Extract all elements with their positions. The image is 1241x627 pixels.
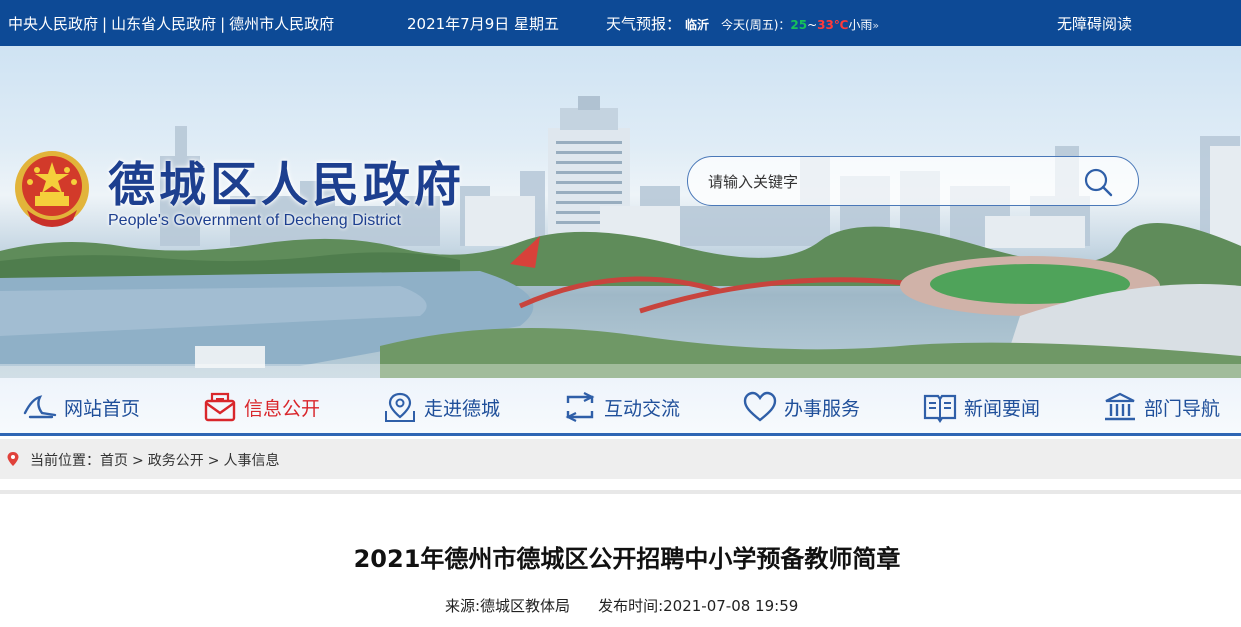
breadcrumb-separator: > — [132, 453, 144, 469]
nav-item-interaction[interactable]: 互动交流 — [562, 378, 680, 436]
nav-item-departments[interactable]: 部门导航 — [1102, 378, 1220, 436]
accessibility-link[interactable]: 无障碍阅读 — [1057, 13, 1132, 34]
article-source: 来源:德城区教体局 — [445, 597, 571, 615]
site-title: 德城区人民政府 — [108, 158, 465, 213]
location-pin-icon — [7, 452, 19, 466]
nav-label: 走进德城 — [424, 397, 501, 420]
link-separator: | — [220, 15, 226, 33]
breadcrumb-gov-affairs[interactable]: 政务公开 — [148, 453, 204, 469]
header-banner: 德城区人民政府 People's Government of Decheng D… — [0, 46, 1241, 378]
nav-label: 互动交流 — [604, 397, 681, 420]
breadcrumb-label: 当前位置： — [30, 453, 100, 469]
weather-high: 33℃ — [817, 18, 849, 32]
exchange-icon — [565, 392, 595, 422]
gov-links: 中央人民政府 | 山东省人民政府 | 德州市人民政府 — [8, 13, 334, 34]
search-input[interactable] — [708, 169, 1068, 195]
current-date: 2021年7月9日 星期五 — [407, 15, 560, 33]
weather-condition: 小雨 — [848, 18, 873, 32]
weather-low: 25 — [790, 18, 808, 32]
nav-item-home[interactable]: 网站首页 — [22, 378, 140, 436]
breadcrumb-path: 首页 > 政务公开 > 人事信息 — [100, 450, 279, 470]
link-dezhou-gov[interactable]: 德州市人民政府 — [229, 15, 334, 33]
article-publish-time: 发布时间:2021-07-08 19:59 — [598, 597, 799, 615]
site-subtitle: People's Government of Decheng District — [108, 212, 401, 229]
breadcrumb-home[interactable]: 首页 — [100, 453, 128, 469]
main-nav: 网站首页 信息公开 走进德城 互动交流 办事服务 新闻要闻 部门导航 — [0, 378, 1241, 436]
weather-city: 临沂 — [685, 18, 710, 32]
link-separator: | — [102, 15, 108, 33]
search-box — [687, 156, 1139, 206]
building-icon — [1105, 392, 1135, 421]
search-icon[interactable] — [1082, 167, 1114, 197]
nav-label: 办事服务 — [784, 397, 861, 420]
heart-icon — [743, 391, 777, 422]
home-icon — [23, 395, 57, 419]
weather-tilde: ~ — [807, 18, 818, 32]
nav-item-services[interactable]: 办事服务 — [742, 378, 860, 436]
national-emblem-logo — [15, 151, 89, 227]
section-divider — [0, 490, 1241, 494]
nav-item-info-disclosure[interactable]: 信息公开 — [202, 378, 320, 436]
article-title: 2021年德州市德城区公开招聘中小学预备教师简章 — [353, 545, 901, 573]
nav-label: 部门导航 — [1144, 397, 1221, 420]
nav-item-about-decheng[interactable]: 走进德城 — [382, 378, 500, 436]
link-shandong-gov[interactable]: 山东省人民政府 — [111, 15, 216, 33]
breadcrumb: 当前位置： 首页 > 政务公开 > 人事信息 — [0, 439, 1241, 479]
breadcrumb-separator: > — [207, 453, 220, 469]
nav-label: 信息公开 — [244, 397, 321, 420]
link-central-gov[interactable]: 中央人民政府 — [8, 15, 98, 33]
weather-more-icon[interactable]: » — [872, 19, 879, 32]
nav-item-news[interactable]: 新闻要闻 — [922, 378, 1040, 436]
nav-label: 网站首页 — [64, 397, 141, 420]
nav-label: 新闻要闻 — [964, 397, 1041, 420]
breadcrumb-personnel-info[interactable]: 人事信息 — [223, 453, 279, 469]
weather-label: 天气预报： — [606, 15, 682, 33]
mail-icon — [204, 392, 236, 422]
book-icon — [923, 394, 957, 423]
article-meta: 来源:德城区教体局 发布时间:2021-07-08 19:59 — [445, 595, 798, 616]
top-bar: 中央人民政府 | 山东省人民政府 | 德州市人民政府 2021年7月9日 星期五 天气预… — [0, 0, 1241, 46]
map-pin-icon — [385, 392, 415, 422]
weather-today: 今天(周五)： — [721, 18, 791, 32]
weather-widget[interactable]: 天气预报： 临沂 今天(周五)：25~33℃小雨» — [606, 13, 879, 34]
